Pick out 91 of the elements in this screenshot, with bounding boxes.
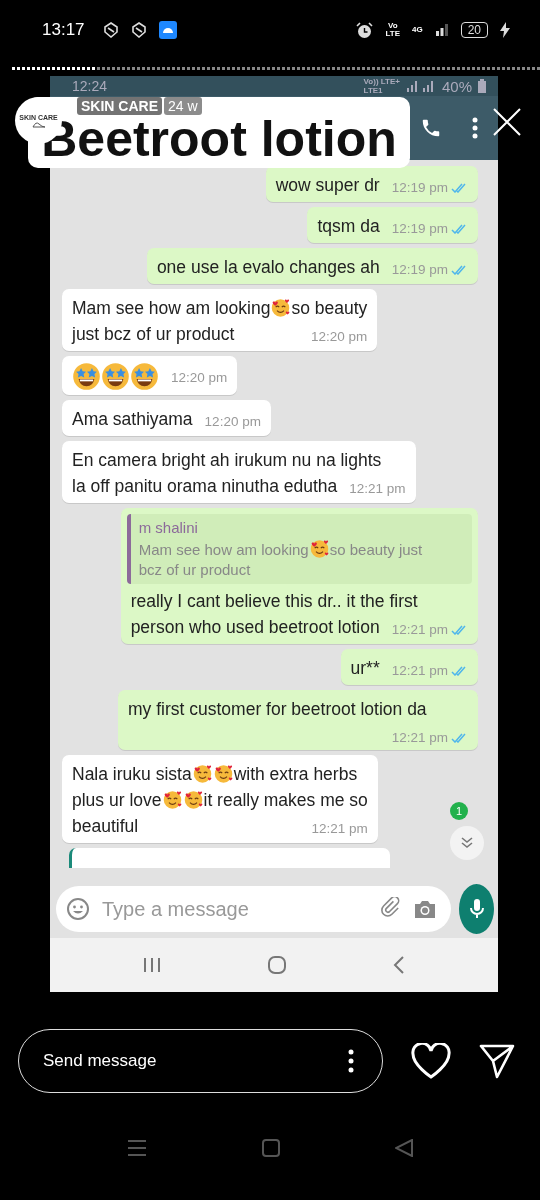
message-time: 12:21 pm bbox=[391, 622, 448, 638]
microphone-button[interactable] bbox=[459, 884, 494, 934]
smiling-face-with-hearts-icon bbox=[182, 789, 204, 810]
message-time: 12:19 pm bbox=[391, 180, 448, 196]
message-text: really I cant believe this dr.. it the first bbox=[130, 591, 418, 611]
send-message-input[interactable]: Send message bbox=[41, 1050, 348, 1072]
battery-level: 20 bbox=[460, 22, 488, 38]
post-age: 24 w bbox=[164, 97, 202, 115]
send-icon[interactable] bbox=[479, 1043, 515, 1079]
message-text: with extra herbs bbox=[233, 764, 358, 784]
heart-icon[interactable] bbox=[411, 1043, 451, 1079]
message-text: Nala iruku sista bbox=[72, 764, 192, 784]
android-icon bbox=[158, 21, 177, 39]
smiling-face-with-hearts-icon bbox=[270, 297, 292, 318]
scroll-down-button[interactable] bbox=[450, 826, 484, 860]
message-text: just bcz of ur product bbox=[72, 324, 235, 344]
message-text: plus ur love bbox=[72, 790, 162, 810]
message-text: person who used beetroot lotion bbox=[130, 617, 380, 637]
alarm-clock-icon bbox=[356, 21, 374, 39]
battery-percent: 40% bbox=[441, 77, 472, 95]
message-text: la off panitu orama ninutha edutha bbox=[72, 476, 338, 496]
shield-icon bbox=[102, 22, 119, 38]
message-text: one use la evalo changes ah bbox=[156, 257, 380, 277]
message-time: 12:20 pm bbox=[204, 414, 261, 430]
network-type: 4G bbox=[411, 26, 423, 34]
more-options-icon[interactable] bbox=[472, 117, 478, 139]
back-icon[interactable] bbox=[393, 956, 405, 974]
quoted-message[interactable]: m shalini Mam see how am looking so beauty just bcz of ur product bbox=[126, 514, 472, 584]
double-check-icon bbox=[451, 183, 468, 193]
message-time: 12:19 pm bbox=[391, 221, 448, 237]
double-check-icon bbox=[451, 666, 468, 676]
recent-apps-icon[interactable] bbox=[143, 957, 161, 973]
message-text: my first customer for beetroot lotion da bbox=[128, 699, 427, 719]
smiling-face-with-hearts-icon bbox=[161, 789, 183, 810]
quote-author: m shalini bbox=[138, 518, 199, 538]
message-text: Mam see how am looking bbox=[72, 298, 271, 318]
account-name[interactable]: SKIN CARE bbox=[77, 97, 162, 115]
quote-text: Mam see how am looking bbox=[138, 541, 309, 558]
message-text: ur** bbox=[350, 658, 380, 678]
camera-icon[interactable] bbox=[413, 898, 437, 920]
message-time: 12:21 pm bbox=[349, 481, 406, 497]
close-icon[interactable] bbox=[492, 107, 522, 137]
back-icon[interactable] bbox=[394, 1139, 413, 1157]
message-text: Ama sathiyama bbox=[72, 409, 193, 429]
quote-text: so beauty just bbox=[329, 541, 423, 558]
chevrons-down-icon[interactable] bbox=[460, 836, 474, 850]
smiling-face-with-hearts-icon bbox=[212, 763, 234, 784]
message-text: beautiful bbox=[72, 816, 139, 836]
phone-call-icon[interactable] bbox=[420, 117, 442, 139]
message-time: 12:19 pm bbox=[391, 262, 448, 278]
message-text: En camera bright ah irukum nu na lights bbox=[72, 450, 382, 470]
star-struck-face-icon bbox=[72, 362, 101, 391]
home-icon[interactable] bbox=[262, 1139, 280, 1157]
battery-icon bbox=[478, 79, 486, 93]
status-time: 13:17 bbox=[42, 20, 85, 40]
network-label: LTE1 bbox=[363, 86, 384, 95]
double-check-icon bbox=[451, 625, 468, 635]
charging-bolt-icon bbox=[500, 22, 510, 38]
microphone-icon[interactable] bbox=[468, 897, 485, 921]
unread-count: 1 bbox=[450, 802, 468, 820]
smiling-face-with-hearts-icon bbox=[191, 763, 213, 784]
quote-text: bcz of ur product bbox=[138, 561, 251, 578]
shield-icon bbox=[130, 22, 147, 38]
star-struck-face-icon bbox=[130, 362, 159, 391]
double-check-icon bbox=[451, 733, 468, 743]
star-struck-face-icon bbox=[101, 362, 130, 391]
more-options-icon[interactable] bbox=[348, 1049, 354, 1073]
home-icon[interactable] bbox=[267, 955, 287, 975]
message-text: tqsm da bbox=[317, 216, 380, 236]
recent-apps-icon[interactable] bbox=[127, 1139, 148, 1157]
message-text: it really makes me so bbox=[203, 790, 368, 810]
smiling-face-with-hearts-icon bbox=[308, 538, 330, 559]
signal-icon bbox=[434, 23, 449, 37]
message-time: 12:20 pm bbox=[171, 370, 228, 386]
phone-status-time: 12:24 bbox=[72, 78, 109, 94]
volte-label: Vo bbox=[387, 22, 398, 30]
message-bar[interactable]: Type a message bbox=[56, 886, 451, 932]
message-time: 12:20 pm bbox=[311, 329, 368, 345]
double-check-icon bbox=[451, 224, 468, 234]
wave-icon bbox=[31, 120, 46, 128]
message-input[interactable]: Type a message bbox=[100, 896, 369, 922]
volte-label: LTE bbox=[385, 30, 400, 38]
message-text: so beauty bbox=[291, 298, 368, 318]
double-check-icon bbox=[451, 265, 468, 275]
message-time: 12:21 pm bbox=[311, 821, 368, 837]
network-label: Vo)) LTE+ bbox=[363, 77, 400, 86]
signal-icon bbox=[405, 80, 436, 92]
message-time: 12:21 pm bbox=[391, 730, 448, 746]
message-text: wow super dr bbox=[275, 175, 380, 195]
message-time: 12:21 pm bbox=[391, 663, 448, 679]
smiley-icon[interactable] bbox=[66, 897, 90, 921]
